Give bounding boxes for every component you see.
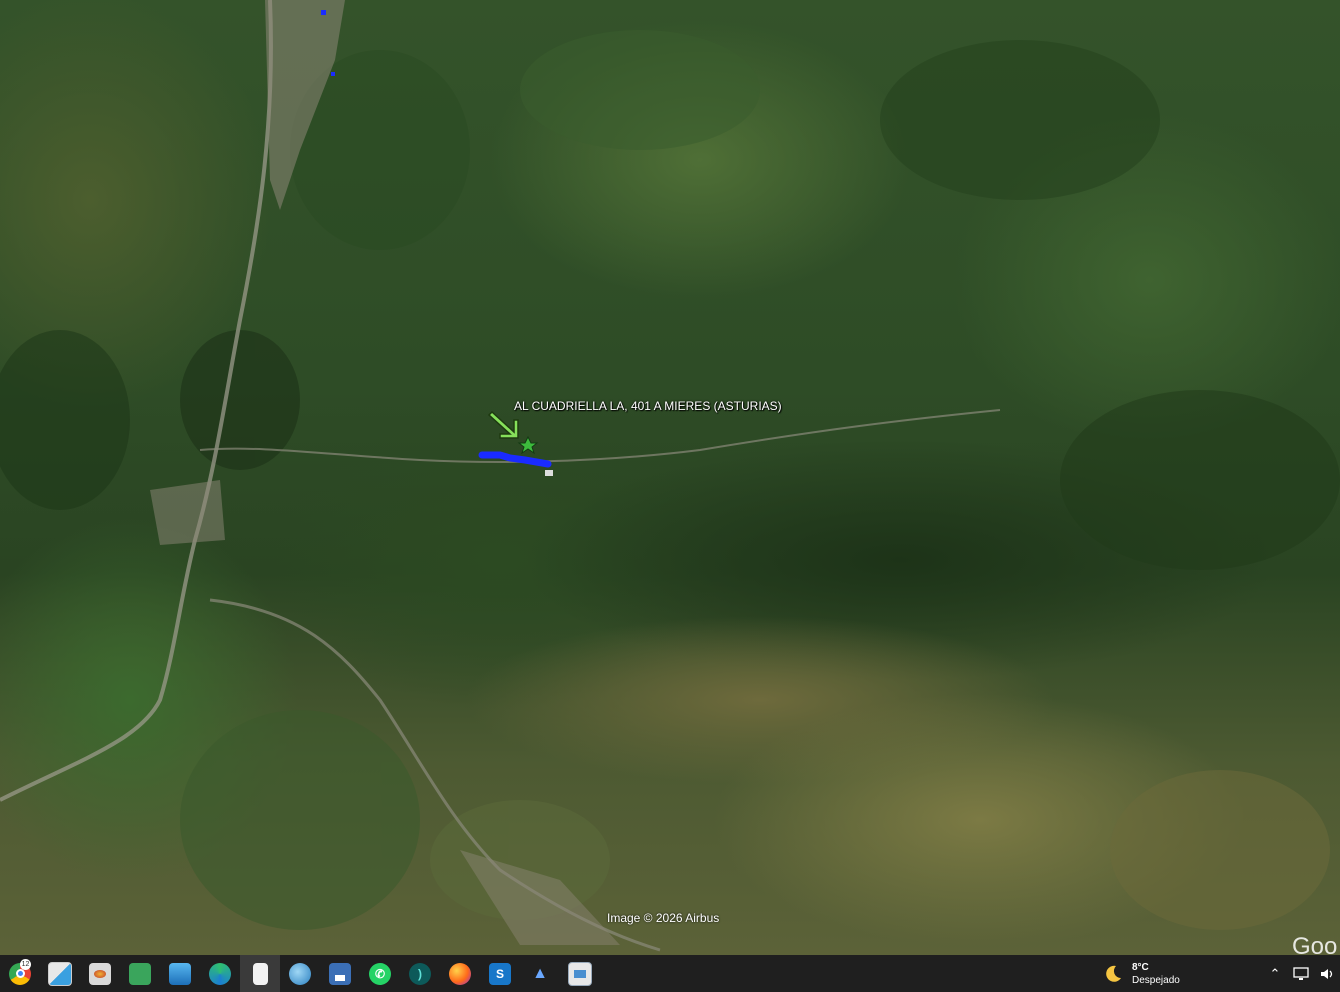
taskbar-globe[interactable] [280,955,320,992]
system-tray: ⌃ [1262,955,1340,992]
satellite-map[interactable]: AL CUADRIELLA LA, 401 A MIERES (ASTURIAS… [0,0,1340,955]
map-overlays [0,0,1340,952]
taskbar-whatsapp[interactable]: ✆ [360,955,400,992]
wave-app-icon: ) [409,962,431,985]
whatsapp-icon: ✆ [369,962,391,985]
marker-dot [321,10,326,15]
maps-app-icon [48,961,72,986]
blank-document-icon [252,962,268,985]
weather-widget[interactable]: 8°C Despejado [1102,955,1180,992]
marker-square [545,470,553,476]
placemark-arrow-icon[interactable] [487,410,519,439]
taskbar-lock-folder[interactable] [120,955,160,992]
taskbar-a-app[interactable]: ▲ [520,955,560,992]
taskbar-wave-app[interactable]: ) [400,955,440,992]
globe-icon [289,962,311,985]
photos-icon [169,962,191,985]
weather-condition: Despejado [1132,974,1180,986]
taskbar-file-explorer[interactable] [80,955,120,992]
a-app-icon: ▲ [532,964,548,982]
lock-folder-icon [129,962,151,985]
chevron-up-icon[interactable]: ⌃ [1262,955,1288,992]
valley-road [199,409,1001,463]
network-icon[interactable] [1288,955,1314,992]
firefox-icon [449,962,471,985]
window-app-icon [568,961,592,986]
weather-temperature: 8°C [1132,961,1149,973]
notification-badge: 12 [20,959,31,970]
marker-dot [331,72,335,76]
google-logo: Goo [1292,933,1338,955]
taskbar-photos[interactable] [160,955,200,992]
taskbar-window-app[interactable] [560,955,600,992]
taskbar-maps[interactable] [40,955,80,992]
edge-icon [209,962,231,985]
town-area-2 [150,480,225,545]
volume-icon[interactable] [1314,955,1340,992]
placemark-label[interactable]: AL CUADRIELLA LA, 401 A MIERES (ASTURIAS… [514,399,782,413]
file-explorer-icon [89,962,111,985]
taskbar-save[interactable] [320,955,360,992]
taskbar-s-app[interactable]: S [480,955,520,992]
taskbar-chrome[interactable]: 12 [0,955,40,992]
floppy-save-icon [329,962,351,985]
taskbar-blank-document[interactable] [240,955,280,992]
moon-icon [1106,965,1121,982]
imagery-copyright: Image © 2026 Airbus [607,911,720,925]
taskbar-edge[interactable] [200,955,240,992]
s-app-icon: S [489,962,511,985]
placemark-star-icon[interactable] [517,435,539,455]
taskbar-firefox[interactable] [440,955,480,992]
